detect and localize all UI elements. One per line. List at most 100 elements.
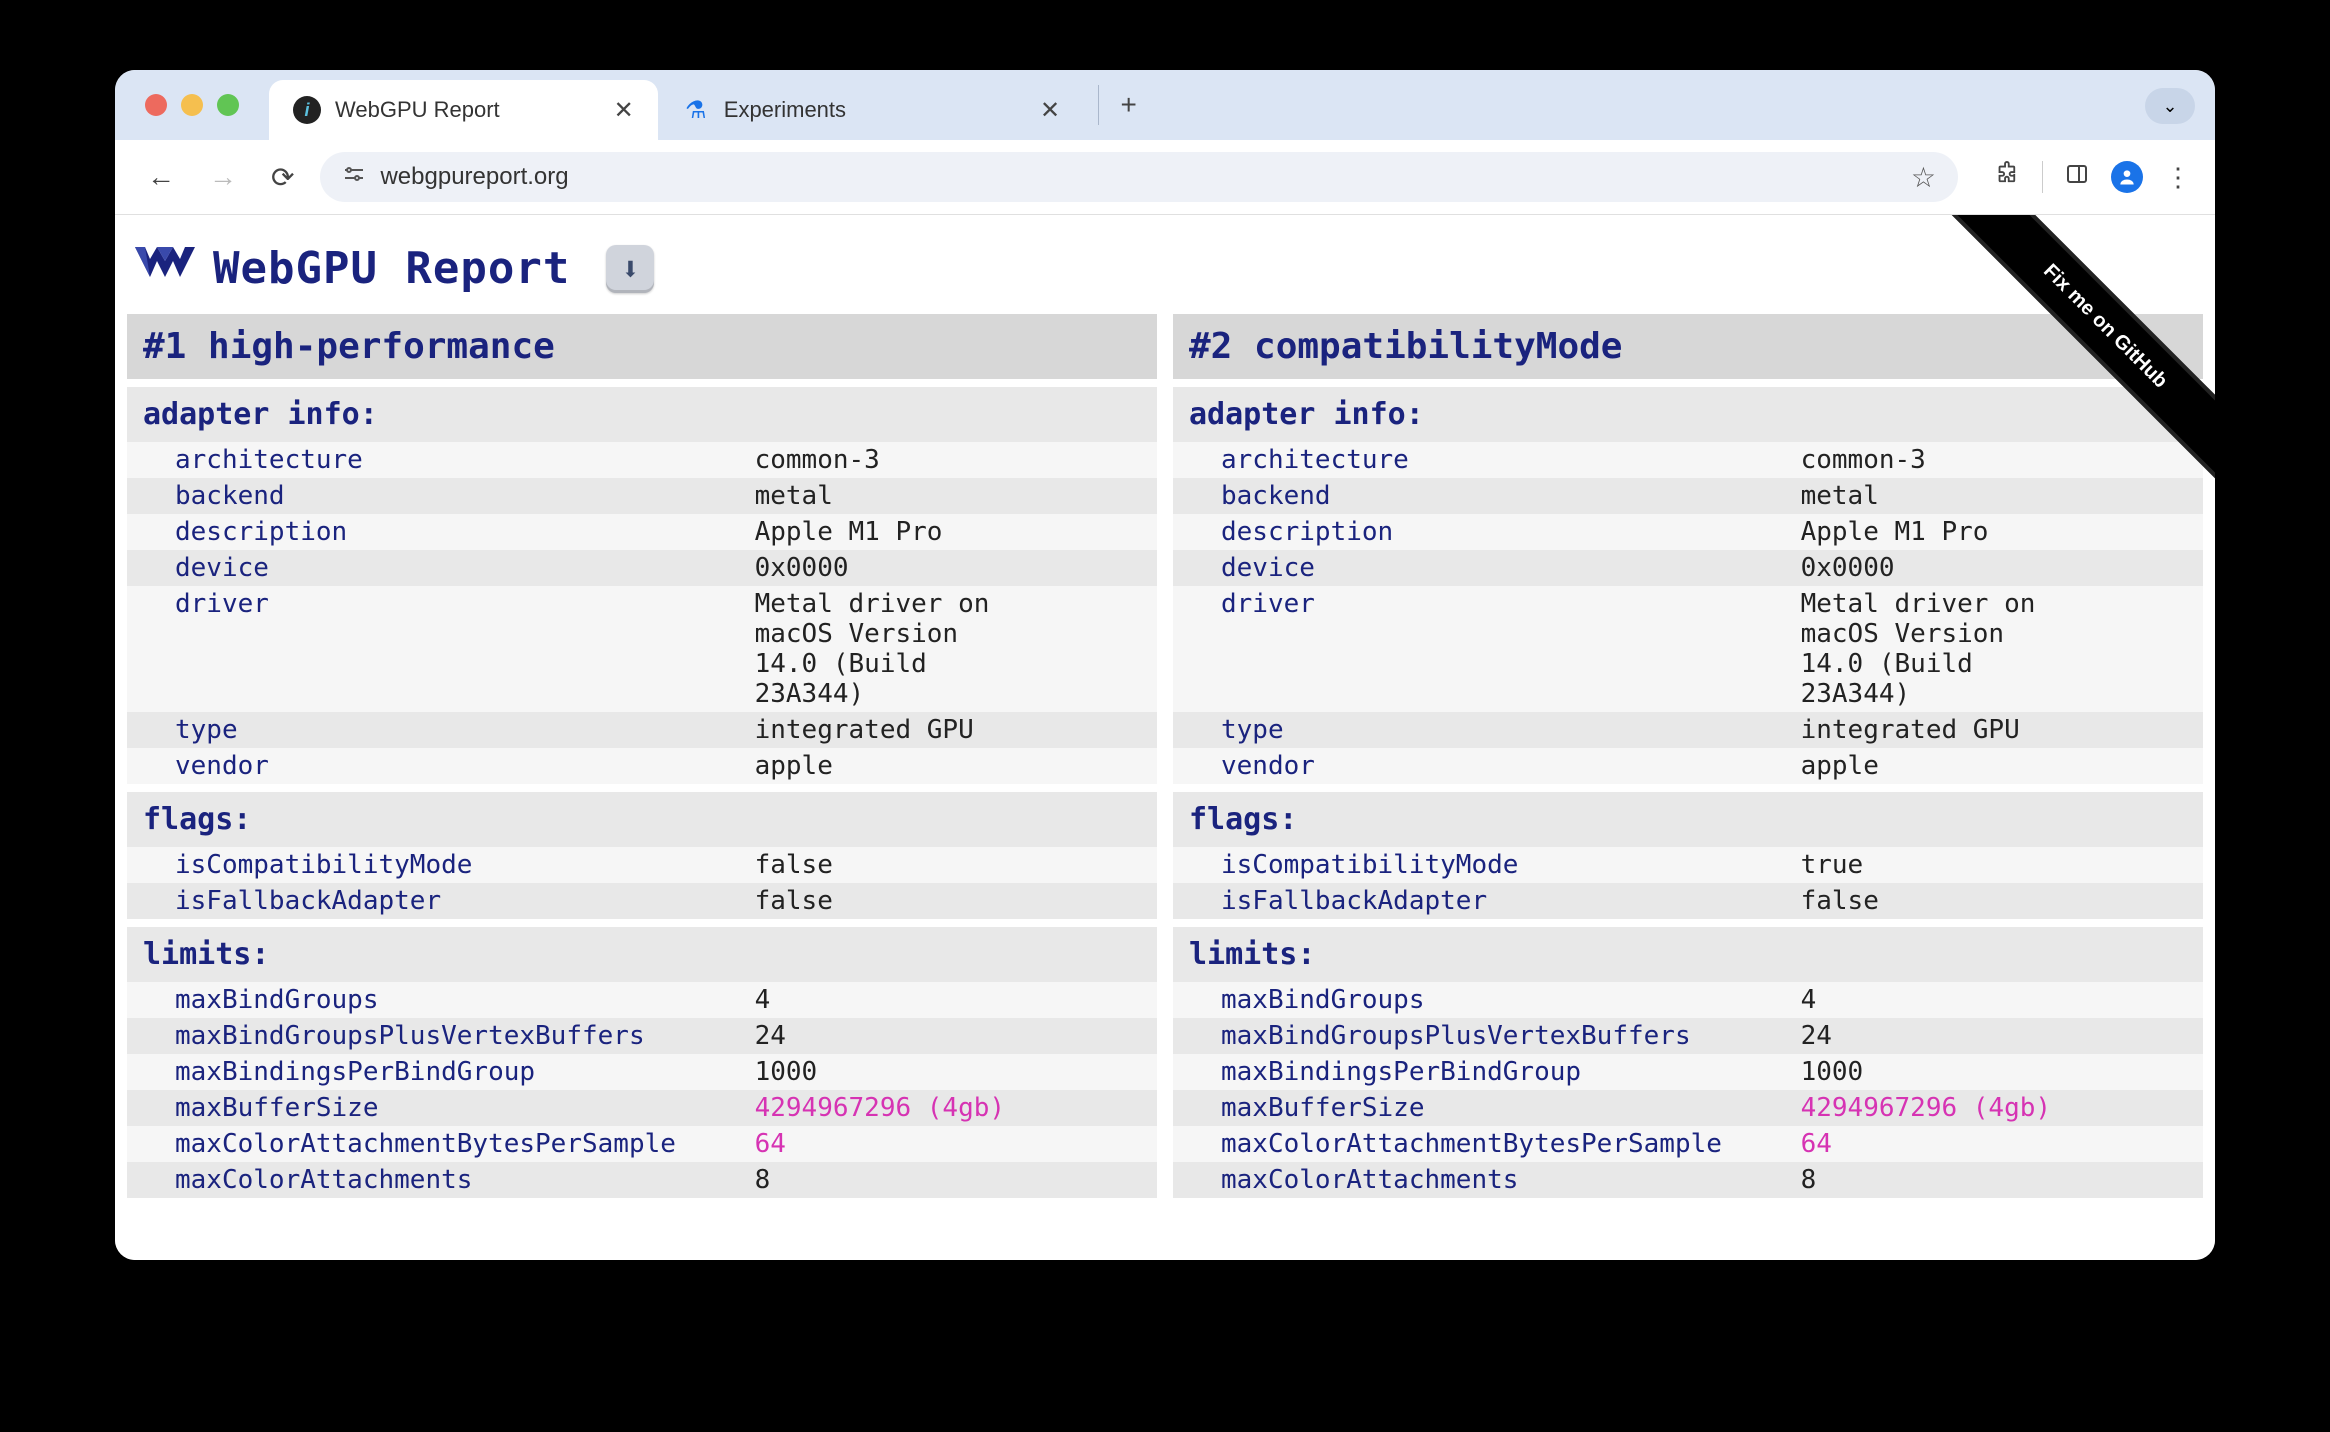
star-icon[interactable]: ☆ bbox=[1911, 161, 1936, 194]
row-key: isFallbackAdapter bbox=[1221, 886, 1801, 916]
row-value: Apple M1 Pro bbox=[1801, 517, 2187, 547]
table-row: descriptionApple M1 Pro bbox=[1173, 514, 2203, 550]
window-maximize-button[interactable] bbox=[217, 94, 239, 116]
row-key: maxBindGroupsPlusVertexBuffers bbox=[175, 1021, 755, 1051]
table-row: maxBindGroups4 bbox=[127, 982, 1157, 1018]
section-rows: maxBindGroups4maxBindGroupsPlusVertexBuf… bbox=[1173, 982, 2203, 1198]
table-row: architecturecommon-3 bbox=[127, 442, 1157, 478]
row-key: maxBindGroups bbox=[1221, 985, 1801, 1015]
table-row: maxBufferSize4294967296 (4gb) bbox=[1173, 1090, 2203, 1126]
row-value: common-3 bbox=[755, 445, 1141, 475]
url-text: webgpureport.org bbox=[380, 163, 568, 191]
row-key: device bbox=[175, 553, 755, 583]
table-row: vendorapple bbox=[1173, 748, 2203, 784]
adapter-heading: #1 high-performance bbox=[127, 314, 1157, 379]
row-key: maxBindGroupsPlusVertexBuffers bbox=[1221, 1021, 1801, 1051]
tab-experiments[interactable]: ⚗ Experiments ✕ bbox=[658, 80, 1084, 140]
window-minimize-button[interactable] bbox=[181, 94, 203, 116]
back-button[interactable]: ← bbox=[139, 153, 183, 201]
toolbar-icons: ⋮ bbox=[1994, 161, 2191, 194]
row-value: 64 bbox=[755, 1129, 1141, 1159]
tab-strip: i WebGPU Report ✕ ⚗ Experiments ✕ + ⌄ bbox=[115, 70, 2215, 140]
tab-webgpu-report[interactable]: i WebGPU Report ✕ bbox=[269, 80, 658, 140]
row-value: 4294967296 (4gb) bbox=[755, 1093, 1141, 1123]
row-value: Apple M1 Pro bbox=[755, 517, 1141, 547]
table-row: vendorapple bbox=[127, 748, 1157, 784]
webgpu-logo-icon bbox=[135, 247, 195, 291]
section-rows: isCompatibilityModefalseisFallbackAdapte… bbox=[127, 847, 1157, 919]
window-controls bbox=[145, 94, 239, 116]
section-rows: architecturecommon-3backendmetaldescript… bbox=[127, 442, 1157, 784]
section-label: flags: bbox=[1173, 792, 2203, 847]
row-key: vendor bbox=[175, 751, 755, 781]
row-value: common-3 bbox=[1801, 445, 2187, 475]
row-key: maxBindingsPerBindGroup bbox=[175, 1057, 755, 1087]
profile-button[interactable] bbox=[2111, 161, 2143, 193]
table-row: descriptionApple M1 Pro bbox=[127, 514, 1157, 550]
adapter-column: #1 high-performanceadapter info:architec… bbox=[127, 314, 1157, 1198]
table-row: isFallbackAdapterfalse bbox=[1173, 883, 2203, 919]
row-key: isCompatibilityMode bbox=[1221, 850, 1801, 880]
window-close-button[interactable] bbox=[145, 94, 167, 116]
flask-icon: ⚗ bbox=[682, 96, 710, 124]
row-key: description bbox=[1221, 517, 1801, 547]
adapter-heading: #2 compatibilityMode bbox=[1173, 314, 2203, 379]
table-row: typeintegrated GPU bbox=[1173, 712, 2203, 748]
row-key: architecture bbox=[1221, 445, 1801, 475]
row-key: architecture bbox=[175, 445, 755, 475]
download-button[interactable]: ⬇ bbox=[606, 245, 654, 293]
table-row: driverMetal driver on macOS Version 14.0… bbox=[1173, 586, 2203, 712]
table-row: isCompatibilityModetrue bbox=[1173, 847, 2203, 883]
section-label: limits: bbox=[127, 927, 1157, 982]
row-value: 8 bbox=[1801, 1165, 2187, 1195]
section-rows: maxBindGroups4maxBindGroupsPlusVertexBuf… bbox=[127, 982, 1157, 1198]
row-key: backend bbox=[1221, 481, 1801, 511]
row-key: maxColorAttachments bbox=[1221, 1165, 1801, 1195]
row-value: 4 bbox=[1801, 985, 2187, 1015]
row-value: metal bbox=[1801, 481, 2187, 511]
favicon-icon: i bbox=[293, 96, 321, 124]
table-row: architecturecommon-3 bbox=[1173, 442, 2203, 478]
browser-window: i WebGPU Report ✕ ⚗ Experiments ✕ + ⌄ ← … bbox=[115, 70, 2215, 1260]
download-icon: ⬇ bbox=[621, 250, 640, 288]
row-key: maxColorAttachments bbox=[175, 1165, 755, 1195]
row-value: 0x0000 bbox=[1801, 553, 2187, 583]
menu-icon[interactable]: ⋮ bbox=[2165, 162, 2191, 193]
close-icon[interactable]: ✕ bbox=[1040, 96, 1060, 125]
row-value: 24 bbox=[755, 1021, 1141, 1051]
row-value: false bbox=[1801, 886, 2187, 916]
row-value: metal bbox=[755, 481, 1141, 511]
row-key: maxBindingsPerBindGroup bbox=[1221, 1057, 1801, 1087]
row-value: integrated GPU bbox=[1801, 715, 2187, 745]
section-label: adapter info: bbox=[1173, 387, 2203, 442]
table-row: isFallbackAdapterfalse bbox=[127, 883, 1157, 919]
row-value: 0x0000 bbox=[755, 553, 1141, 583]
row-value: 64 bbox=[1801, 1129, 2187, 1159]
row-value: 4 bbox=[755, 985, 1141, 1015]
table-row: maxBufferSize4294967296 (4gb) bbox=[127, 1090, 1157, 1126]
tabs-dropdown-button[interactable]: ⌄ bbox=[2145, 88, 2195, 124]
new-tab-button[interactable]: + bbox=[1098, 85, 1138, 125]
row-value: 24 bbox=[1801, 1021, 2187, 1051]
row-key: maxBufferSize bbox=[1221, 1093, 1801, 1123]
table-row: maxBindGroupsPlusVertexBuffers24 bbox=[1173, 1018, 2203, 1054]
table-row: maxBindGroups4 bbox=[1173, 982, 2203, 1018]
section-label: flags: bbox=[127, 792, 1157, 847]
table-row: isCompatibilityModefalse bbox=[127, 847, 1157, 883]
row-value: apple bbox=[755, 751, 1141, 781]
url-input[interactable]: webgpureport.org ☆ bbox=[320, 152, 1958, 202]
table-row: maxBindGroupsPlusVertexBuffers24 bbox=[127, 1018, 1157, 1054]
row-value: 1000 bbox=[755, 1057, 1141, 1087]
row-key: description bbox=[175, 517, 755, 547]
forward-button[interactable]: → bbox=[201, 153, 245, 201]
reload-button[interactable]: ⟳ bbox=[263, 153, 302, 202]
row-key: device bbox=[1221, 553, 1801, 583]
extensions-icon[interactable] bbox=[1994, 161, 2020, 194]
tab-title: Experiments bbox=[724, 97, 846, 123]
row-value: Metal driver on macOS Version 14.0 (Buil… bbox=[1801, 589, 2187, 709]
site-settings-icon[interactable] bbox=[342, 162, 366, 192]
sidepanel-icon[interactable] bbox=[2065, 162, 2089, 193]
close-icon[interactable]: ✕ bbox=[614, 96, 634, 125]
row-key: vendor bbox=[1221, 751, 1801, 781]
table-row: maxColorAttachments8 bbox=[1173, 1162, 2203, 1198]
